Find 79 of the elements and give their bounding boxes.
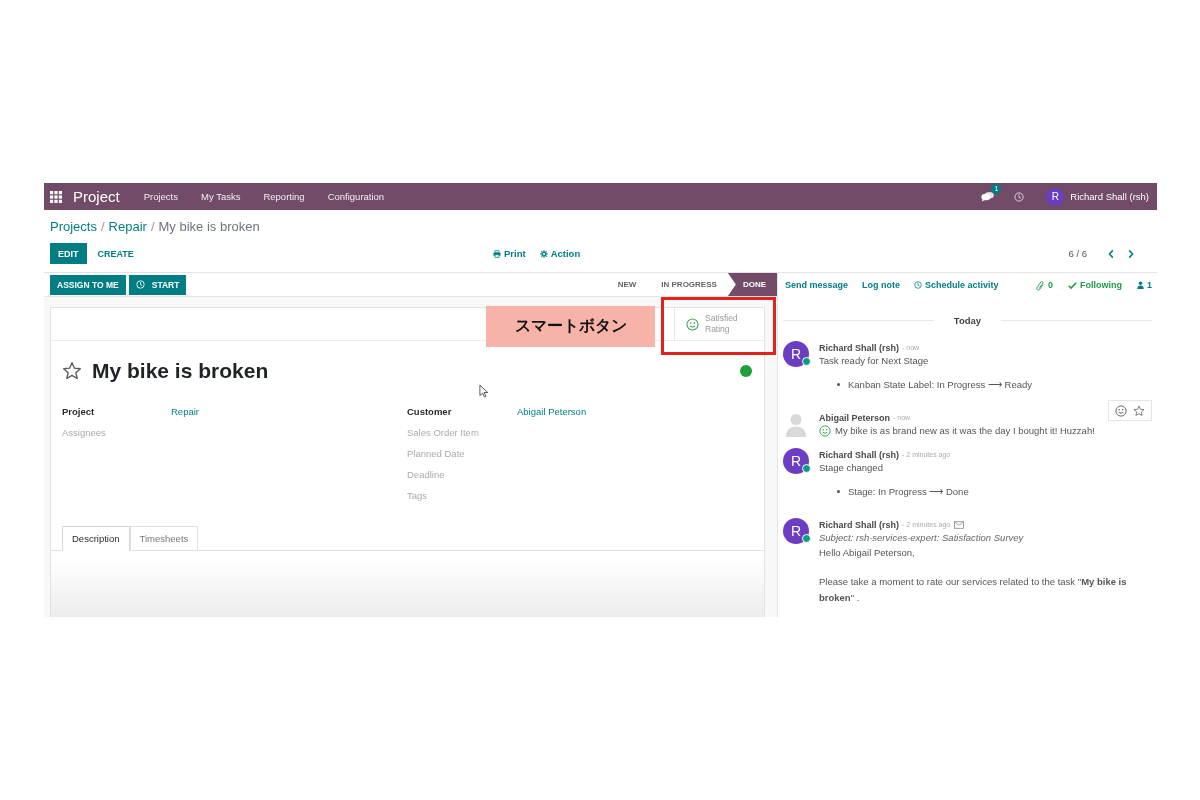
- paperclip-icon: [1035, 279, 1045, 291]
- action-menu-button[interactable]: Action: [539, 245, 581, 262]
- gear-icon: [539, 249, 548, 258]
- secondary-button[interactable]: CREATE: [97, 243, 134, 264]
- tracking-change: Stage: In Progress ⟶ Done: [848, 485, 969, 497]
- field-label: Tags: [407, 490, 429, 501]
- breadcrumb-separator: /: [100, 219, 105, 235]
- kanban-state-dot[interactable]: [740, 365, 752, 377]
- user-avatar[interactable]: R: [1046, 187, 1065, 206]
- field-label: Deadline: [407, 469, 446, 480]
- message-author[interactable]: Abigail Peterson: [819, 412, 890, 423]
- breadcrumb-link[interactable]: Repair: [108, 219, 147, 235]
- breadcrumb-link[interactable]: Projects: [50, 219, 97, 235]
- clock-icon: [135, 280, 145, 289]
- cursor-icon: [479, 384, 488, 398]
- clock-icon[interactable]: [1014, 191, 1025, 202]
- grid-menu-icon[interactable]: [50, 190, 62, 203]
- annotation-label: スマートボタン: [486, 306, 655, 347]
- message-subject: Subject: rsh-services-expert: Satisfaction Survey: [819, 531, 1025, 545]
- menu-item[interactable]: Configuration: [327, 191, 385, 202]
- field-label: Planned Date: [407, 448, 466, 459]
- start-timer-button[interactable]: START: [128, 274, 187, 295]
- message-paragraph: Hello Abigail Peterson,: [819, 546, 916, 560]
- person-icon: [1137, 281, 1144, 289]
- field-label: Project: [62, 406, 96, 417]
- stage-button[interactable]: NEW: [603, 273, 648, 296]
- message-author[interactable]: Richard Shall (rsh): [819, 449, 899, 460]
- attachments-button[interactable]: 0: [1035, 277, 1053, 293]
- field-label: Sales Order Item: [407, 427, 480, 438]
- chat-bubbles-icon[interactable]: [981, 191, 995, 202]
- message-author[interactable]: Richard Shall (rsh): [819, 519, 899, 530]
- menu-item[interactable]: Reporting: [263, 191, 305, 202]
- rating-smart-button[interactable]: Satisfied Rating: [674, 308, 764, 340]
- menu-item[interactable]: My Tasks: [201, 191, 241, 202]
- message-body: Stage changed: [819, 461, 884, 475]
- chevron-right-icon: [1128, 248, 1134, 259]
- followers-button[interactable]: 1: [1137, 277, 1152, 293]
- pager-counter: 6 / 6: [1068, 248, 1087, 259]
- tracking-change: Kanban State Label: In Progress ⟶ Ready: [848, 378, 1033, 390]
- envelope-icon: [954, 520, 965, 529]
- tab[interactable]: Timesheets: [129, 526, 199, 550]
- star-icon[interactable]: [1133, 404, 1145, 417]
- bullet-icon: [837, 489, 840, 493]
- follow-button[interactable]: Following: [1068, 277, 1122, 293]
- message-body: Task ready for Next Stage: [819, 354, 930, 368]
- smiley-icon[interactable]: [1115, 404, 1127, 417]
- printer-icon: [493, 249, 501, 258]
- app-name[interactable]: Project: [73, 188, 120, 205]
- author-avatar[interactable]: R: [783, 341, 809, 367]
- field-value[interactable]: Abigail Peterson: [517, 406, 587, 417]
- stage-button[interactable]: DONE: [727, 273, 777, 296]
- field-value[interactable]: Repair: [171, 406, 199, 417]
- tab[interactable]: Description: [62, 526, 130, 551]
- bullet-icon: [837, 382, 840, 386]
- smiley-icon: [819, 425, 831, 437]
- message-paragraph: Please take a moment to rate our services related to the task "My bike is broken" .: [819, 575, 1128, 605]
- task-title: My bike is broken: [92, 359, 269, 383]
- star-icon[interactable]: [62, 361, 82, 381]
- author-avatar[interactable]: R: [783, 518, 809, 544]
- primary-button[interactable]: EDIT: [50, 243, 87, 264]
- field-label: Customer: [407, 406, 453, 417]
- send-message-button[interactable]: Send message: [785, 277, 849, 293]
- message-body: My bike is as brand new as it was the day I bought it! Huzzah!: [835, 424, 1095, 438]
- menu-item[interactable]: Projects: [143, 191, 178, 202]
- date-separator: Today: [952, 314, 983, 326]
- user-name[interactable]: Richard Shall (rsh): [1070, 191, 1149, 202]
- clock-icon: [914, 281, 923, 289]
- smiley-icon: [686, 317, 699, 331]
- print-button[interactable]: Print: [493, 245, 526, 262]
- log-note-button[interactable]: Log note: [862, 277, 901, 293]
- chevron-left-icon: [1108, 248, 1114, 259]
- breadcrumb-separator: /: [150, 219, 155, 235]
- author-avatar[interactable]: R: [783, 448, 809, 474]
- field-label: Assignees: [62, 427, 107, 438]
- breadcrumb-current: My bike is broken: [158, 219, 260, 235]
- message-author[interactable]: Richard Shall (rsh): [819, 342, 899, 353]
- stage-button[interactable]: IN PROGRESS: [647, 273, 728, 296]
- assign-button[interactable]: ASSIGN TO ME: [50, 274, 126, 295]
- schedule-activity-button[interactable]: Schedule activity: [914, 277, 999, 293]
